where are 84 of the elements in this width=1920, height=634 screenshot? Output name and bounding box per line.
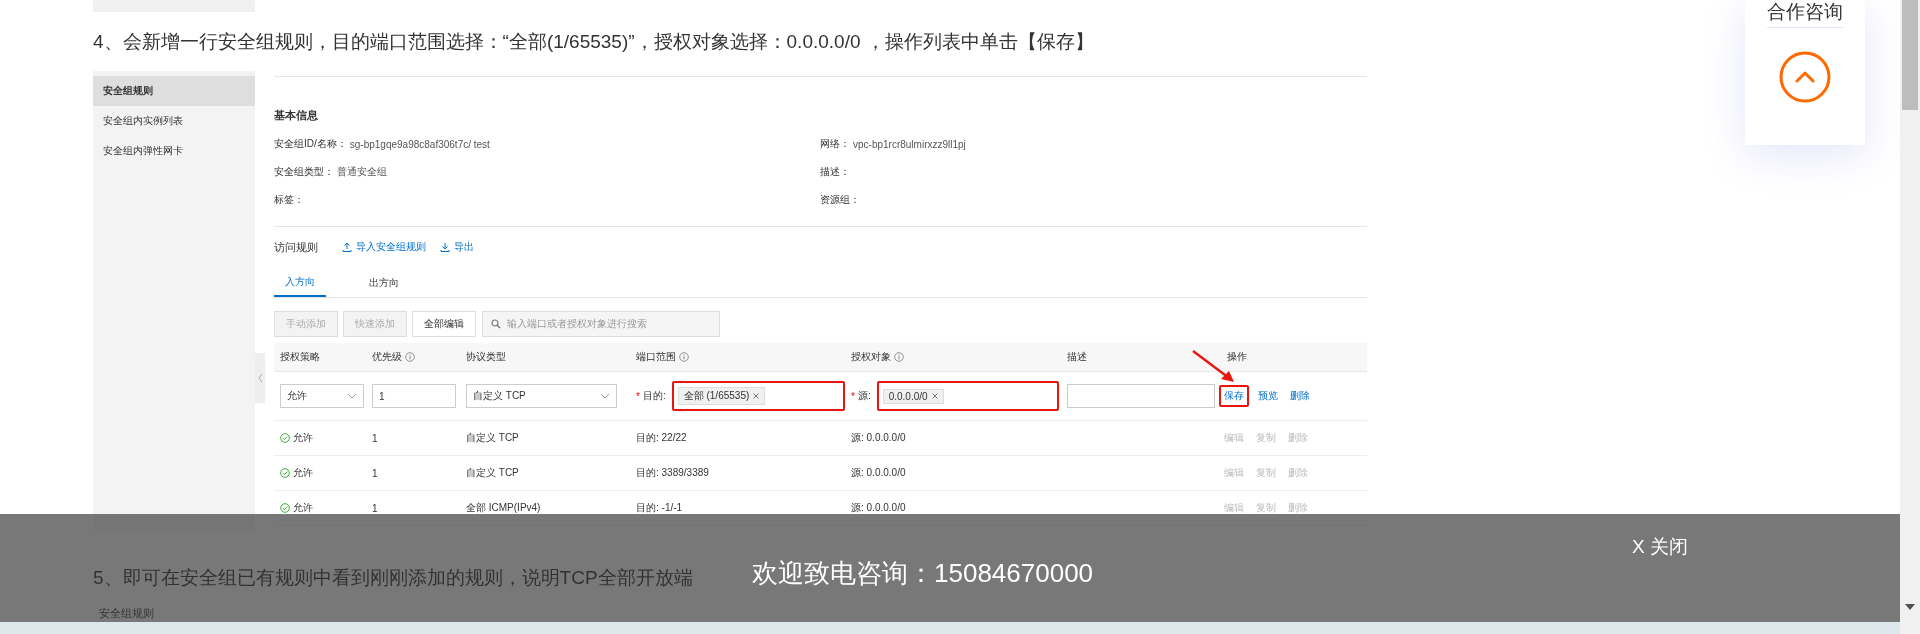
sidebar-item[interactable]: 安全组规则 <box>93 76 255 106</box>
table-cell: 允许 <box>293 431 313 445</box>
link[interactable]: 导入安全组规则 <box>342 240 426 254</box>
table-cell: 源: 0.0.0.0/0 <box>851 431 906 445</box>
field-label: 描述： <box>820 165 850 179</box>
tab[interactable]: 入方向 <box>274 269 326 297</box>
banner-message: 欢迎致电咨询：15084670000 <box>752 557 1094 590</box>
check-circle-icon <box>280 503 290 513</box>
back-to-top-button[interactable] <box>1778 50 1832 104</box>
field-label: 安全组类型： <box>274 165 334 179</box>
table-cell: 允许 <box>293 466 313 480</box>
check-circle-icon <box>280 468 290 478</box>
field-value: 普通安全组 <box>337 165 387 179</box>
scrollbar[interactable] <box>1900 0 1920 634</box>
table-cell: 1 <box>372 467 378 479</box>
port-field[interactable]: 全部 (1/65535) <box>671 381 845 411</box>
download-icon <box>440 242 450 252</box>
field-label: 标签： <box>274 193 304 207</box>
panel-title: 合作咨询 <box>1767 1 1843 28</box>
tag: 0.0.0.0/0 <box>882 388 944 404</box>
table-cell: 源: 0.0.0.0/0 <box>851 501 906 515</box>
column-header: 端口范围 <box>636 350 676 364</box>
required-mark: * <box>636 390 640 402</box>
field-label: 资源组： <box>820 193 860 207</box>
protocol-select[interactable]: 自定义 TCP <box>466 384 617 408</box>
table-cell: 目的: -1/-1 <box>636 501 683 515</box>
table-cell: 允许 <box>293 501 313 515</box>
column-header: 描述 <box>1067 350 1087 364</box>
close-button[interactable]: X 关闭 <box>1632 534 1688 560</box>
sidebar-item: 安全组规则 <box>99 607 154 619</box>
action-link[interactable]: 保存 <box>1219 385 1249 407</box>
column-header: 授权对象 <box>851 350 891 364</box>
table-cell: 源: 0.0.0.0/0 <box>851 466 906 480</box>
field-label: 源: <box>857 389 871 403</box>
scroll-thumb[interactable] <box>1902 0 1918 110</box>
sidebar-item[interactable]: 安全组内实例列表 <box>93 106 255 136</box>
annotation-arrow <box>1191 349 1236 384</box>
chevron-up-icon <box>1778 50 1832 104</box>
column-header: 操作 <box>1227 350 1247 364</box>
chevron-left-icon <box>257 373 263 383</box>
table-cell: 自定义 TCP <box>466 431 519 445</box>
upload-icon <box>342 242 352 252</box>
field-label: 网络： <box>820 137 850 151</box>
field-value: sg-bp1gqe9a98c8af306t7c/ test <box>349 138 490 150</box>
table-cell: 1 <box>372 502 378 514</box>
table-cell: 1 <box>372 432 378 444</box>
search-icon <box>491 319 501 329</box>
caret-icon <box>347 393 357 399</box>
check-circle-icon <box>280 433 290 443</box>
info-icon <box>894 352 904 362</box>
info-icon <box>679 352 689 362</box>
caret-icon <box>600 393 610 399</box>
scroll-down-icon <box>1905 604 1915 610</box>
link[interactable]: 导出 <box>440 240 474 254</box>
field-label: 目的: <box>642 389 666 403</box>
required-mark: * <box>851 390 855 402</box>
sidebar-item[interactable]: 安全组内弹性网卡 <box>93 136 255 166</box>
policy-select[interactable]: 允许 <box>280 384 364 408</box>
collapse-handle[interactable] <box>255 353 265 403</box>
field-label: 安全组ID/名称： <box>274 137 347 151</box>
section-title: 访问规则 <box>274 239 318 255</box>
step-text: 4、会新增一行安全组规则，目的端口范围选择：“全部(1/65535)”，授权对象选择：0.0.0.0/0 ，操作列表中单击【保存】 <box>93 30 1095 54</box>
column-header: 优先级 <box>372 350 402 364</box>
description-field[interactable] <box>1067 384 1215 408</box>
info-icon <box>405 352 415 362</box>
close-icon <box>931 393 938 399</box>
step-text: 5、即可在安全组已有规则中看到刚刚添加的规则，说明TCP全部开放端 <box>93 567 693 588</box>
tab[interactable]: 出方向 <box>354 269 414 297</box>
search-field[interactable]: 输入端口或者授权对象进行搜索 <box>482 311 720 337</box>
column-header: 授权策略 <box>280 350 320 364</box>
action-link[interactable]: 删除 <box>1287 387 1313 405</box>
close-icon <box>753 393 760 399</box>
table-cell: 全部 ICMP(IPv4) <box>466 501 541 515</box>
tag: 全部 (1/65535) <box>677 387 766 405</box>
table-cell: 自定义 TCP <box>466 466 519 480</box>
source-field[interactable]: 0.0.0.0/0 <box>876 381 1059 411</box>
table-cell: 目的: 3389/3389 <box>636 466 709 480</box>
field-value: vpc-bp1rcr8ulmirxzz9ll1pj <box>853 138 966 150</box>
column-header: 协议类型 <box>466 350 506 364</box>
section-title: 基本信息 <box>274 108 319 123</box>
priority-field[interactable]: 1 <box>372 384 456 408</box>
table-cell: 目的: 22/22 <box>636 431 687 445</box>
toolbar-button[interactable]: 全部编辑 <box>412 311 476 337</box>
action-link[interactable]: 预览 <box>1255 387 1281 405</box>
